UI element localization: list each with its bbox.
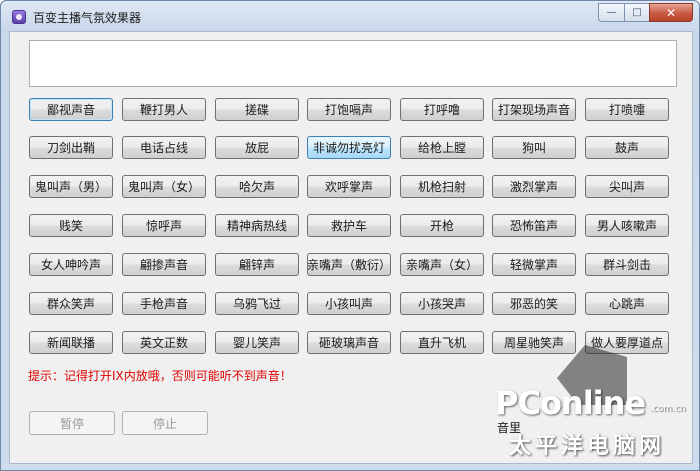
sound-button[interactable]: 搓碟: [215, 98, 299, 121]
sound-button[interactable]: 欢呼掌声: [307, 175, 391, 198]
sound-button[interactable]: 狗叫: [492, 136, 576, 159]
sound-button[interactable]: 激烈掌声: [492, 175, 576, 198]
sound-button[interactable]: 婴儿笑声: [215, 331, 299, 354]
volume-label: 音里: [497, 421, 522, 435]
sound-button[interactable]: 翩掺声音: [122, 253, 206, 276]
pause-button[interactable]: 暂停: [29, 411, 115, 435]
maximize-button[interactable]: □: [624, 3, 649, 22]
status-textbox[interactable]: [29, 40, 677, 87]
sound-button[interactable]: 亲嘴声（女）: [400, 253, 484, 276]
sound-button[interactable]: 小孩哭声: [400, 292, 484, 315]
stop-button[interactable]: 停止: [122, 411, 208, 435]
sound-button[interactable]: 放屁: [215, 136, 299, 159]
client-area: 鄙视声音 鞭打男人 搓碟 打饱嗝声 打呼噜 打架现场声音 打喷嚏刀剑出鞘 电话占线 放屁 非诚勿扰…: [9, 31, 693, 464]
sound-button[interactable]: 鼓声: [585, 136, 669, 159]
sound-button[interactable]: 女人呻吟声: [29, 253, 113, 276]
sound-button[interactable]: 群斗剑击: [585, 253, 669, 276]
sound-button[interactable]: 群众笑声: [29, 292, 113, 315]
sound-button[interactable]: 打喷嚏: [585, 98, 669, 121]
maximize-icon: □: [632, 7, 642, 18]
sound-button[interactable]: 周星驰笑声: [492, 331, 576, 354]
sound-button[interactable]: 精神病热线: [215, 214, 299, 237]
tip-text: 提示：记得打开IX内放哦，否则可能听不到声音！: [28, 369, 292, 383]
sound-button[interactable]: 直升飞机: [400, 331, 484, 354]
sound-button[interactable]: 英文正数: [122, 331, 206, 354]
sound-button[interactable]: 哈欠声: [215, 175, 299, 198]
sound-button[interactable]: 尖叫声: [585, 175, 669, 198]
sound-button[interactable]: 打饱嗝声: [307, 98, 391, 121]
sound-button[interactable]: 轻微掌声: [492, 253, 576, 276]
sound-button[interactable]: 救护车: [307, 214, 391, 237]
sound-button[interactable]: 乌鸦飞过: [215, 292, 299, 315]
sound-button[interactable]: 手枪声音: [122, 292, 206, 315]
sound-button[interactable]: 小孩叫声: [307, 292, 391, 315]
sound-button[interactable]: 贱笑: [29, 214, 113, 237]
close-button[interactable]: ✕: [649, 3, 693, 22]
sound-button[interactable]: 鬼叫声（男）: [29, 175, 113, 198]
sound-button[interactable]: 心跳声: [585, 292, 669, 315]
close-icon: ✕: [665, 5, 677, 20]
sound-button[interactable]: 翩锌声: [215, 253, 299, 276]
window-title: 百变主播气氛效果器: [33, 11, 142, 25]
sound-button[interactable]: 给枪上膛: [400, 136, 484, 159]
sound-button[interactable]: 打呼噜: [400, 98, 484, 121]
caption-buttons: — □ ✕: [598, 3, 693, 22]
sound-button[interactable]: 新闻联播: [29, 331, 113, 354]
sound-button[interactable]: 亲嘴声（敷衍）: [307, 253, 391, 276]
sound-button[interactable]: 做人要厚道点: [585, 331, 669, 354]
sound-button[interactable]: 打架现场声音: [492, 98, 576, 121]
sound-button[interactable]: 机枪扫射: [400, 175, 484, 198]
app-window: 百变主播气氛效果器 — □ ✕ 鄙视声音 鞭打男人 搓碟 打饱嗝声 打呼噜 打架现场声音打…: [0, 0, 700, 471]
sound-button[interactable]: 开枪: [400, 214, 484, 237]
sound-button[interactable]: 鬼叫声（女）: [122, 175, 206, 198]
sound-button[interactable]: 恐怖笛声: [492, 214, 576, 237]
title-bar[interactable]: 百变主播气氛效果器 — □ ✕: [1, 1, 699, 31]
sound-button[interactable]: 惊呼声: [122, 214, 206, 237]
minimize-icon: —: [606, 7, 617, 18]
app-icon[interactable]: [12, 10, 26, 24]
minimize-button[interactable]: —: [598, 3, 624, 22]
sound-button[interactable]: 电话占线: [122, 136, 206, 159]
sound-button[interactable]: 邪恶的笑: [492, 292, 576, 315]
sound-button[interactable]: 鄙视声音: [29, 98, 113, 121]
sound-button[interactable]: 非诚勿扰亮灯: [307, 136, 391, 159]
sound-button[interactable]: 砸玻璃声音: [307, 331, 391, 354]
sound-button[interactable]: 刀剑出鞘: [29, 136, 113, 159]
sound-button[interactable]: 男人咳嗽声: [585, 214, 669, 237]
sound-button[interactable]: 鞭打男人: [122, 98, 206, 121]
